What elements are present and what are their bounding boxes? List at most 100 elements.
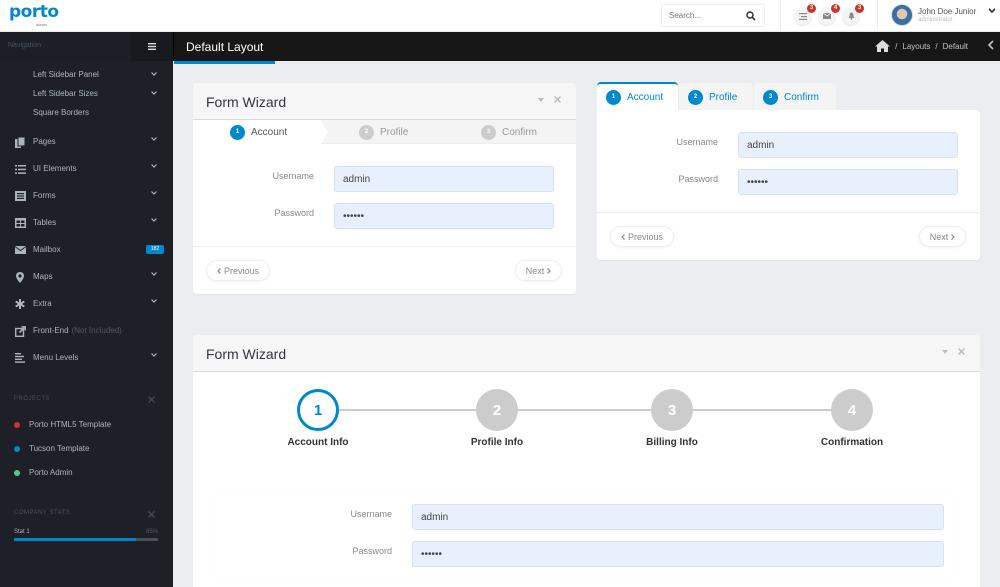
stat-label: Stat 1 (14, 529, 30, 535)
sidebar-toggle[interactable] (131, 32, 173, 61)
breadcrumb-layouts[interactable]: Layouts (902, 42, 930, 51)
wizard-step-3[interactable]: 3 (651, 389, 693, 431)
close-icon[interactable] (958, 348, 965, 355)
wizard-step-profile[interactable]: 2 Profile (359, 120, 408, 144)
sidebar-item-pages[interactable]: Pages (0, 132, 173, 152)
align-left-icon (14, 352, 26, 364)
not-included-note: (Not Included) (71, 326, 122, 335)
caret-down-icon[interactable] (942, 349, 948, 354)
username-input[interactable]: admin (412, 504, 944, 530)
logo[interactable]: porto admin (9, 3, 59, 27)
step-number: 3 (481, 124, 496, 140)
tab-wizard-panel: Username admin Password •••••• Previous … (597, 110, 980, 260)
close-icon[interactable] (148, 396, 155, 403)
password-input[interactable]: •••••• (334, 203, 554, 229)
sidebar-item-forms[interactable]: Forms (0, 186, 173, 206)
sidebar-subitem-left-sidebar-panel[interactable]: Left Sidebar Panel (33, 70, 99, 79)
chevron-down-icon (151, 164, 157, 168)
password-label: Password (274, 208, 314, 218)
step-label: Account (251, 126, 288, 138)
next-button[interactable]: Next (919, 226, 966, 247)
chevron-down-icon (151, 191, 157, 195)
tab-account[interactable]: 1 Account (597, 82, 678, 111)
search-icon (746, 10, 756, 21)
sidebar-header: Navigation (0, 32, 173, 61)
notification-messages[interactable]: 4 (818, 4, 840, 25)
sidebar-subitem-square-borders[interactable]: Square Borders (33, 108, 89, 117)
chevron-down-icon (151, 299, 157, 303)
sidebar-item-menu-levels[interactable]: Menu Levels (0, 348, 173, 368)
step-label: Profile (380, 126, 409, 138)
sidebar-right-toggle-icon[interactable] (988, 40, 994, 50)
tab-number: 2 (688, 89, 703, 105)
page-header: Default Layout / Layouts / Default (173, 32, 1000, 64)
tab-label: Account (627, 92, 664, 103)
password-label: Password (352, 546, 392, 556)
wizard-step-2[interactable]: 2 (476, 389, 518, 431)
wizard-step-1[interactable]: 1 (297, 389, 339, 431)
tab-number: 3 (763, 89, 778, 105)
tab-confirm[interactable]: 3 Confirm (754, 82, 836, 111)
envelope-icon (823, 13, 831, 19)
search-button[interactable] (738, 5, 764, 26)
tab-profile[interactable]: 2 Profile (679, 82, 753, 111)
previous-button[interactable]: Previous (206, 260, 270, 281)
panel-title: Form Wizard (206, 94, 287, 110)
notification-tasks[interactable]: 3 (794, 4, 816, 25)
breadcrumb-default: Default (942, 41, 968, 51)
next-button[interactable]: Next (515, 260, 562, 281)
wizard-step-account[interactable]: 1 Account (230, 120, 287, 144)
tasks-icon (14, 163, 26, 175)
bell-icon (848, 12, 854, 20)
project-label: Porto Admin (29, 468, 73, 477)
logo-subtext: admin (36, 22, 47, 27)
caret-down-icon[interactable] (538, 97, 544, 102)
company-stats-title: Company Stats (14, 510, 71, 516)
sidebar-item-label: Forms (33, 191, 56, 200)
user-name: John Doe Junior (918, 7, 977, 16)
sidebar-item-ui-elements[interactable]: UI Elements (0, 159, 173, 179)
title-underline (174, 61, 275, 64)
panel-heading: Form Wizard (193, 83, 576, 120)
sidebar-item-extra[interactable]: Extra (0, 294, 173, 314)
map-marker-icon (14, 271, 26, 283)
previous-button[interactable]: Previous (610, 226, 674, 247)
sidebar-item-label: Mailbox (33, 245, 61, 254)
username-input[interactable]: admin (738, 132, 958, 158)
hamburger-icon (148, 43, 156, 50)
sidebar-item-tables[interactable]: Tables (0, 213, 173, 233)
wizard-step-4[interactable]: 4 (831, 389, 873, 431)
step-number: 2 (359, 124, 374, 140)
sidebar-item-label: UI Elements (33, 164, 77, 173)
username-input[interactable]: admin (334, 166, 554, 192)
sidebar-item-label: Tables (33, 218, 57, 227)
close-icon[interactable] (148, 511, 155, 518)
search-input[interactable] (662, 5, 737, 26)
sidebar-subitem-left-sidebar-sizes[interactable]: Left Sidebar Sizes (33, 89, 98, 98)
table-icon (14, 217, 26, 229)
stat-progress-fill (14, 538, 137, 541)
password-input[interactable]: •••••• (412, 541, 944, 567)
sidebar-item-label: Maps (33, 272, 53, 281)
sidebar-item-mailbox[interactable]: Mailbox 182 (0, 240, 173, 260)
username-label: Username (676, 137, 718, 147)
step-connector (338, 409, 477, 411)
wizard-step-confirm[interactable]: 3 Confirm (481, 120, 537, 144)
step-connector (692, 409, 832, 411)
sidebar-item-front-end[interactable]: Front-End (Not Included) (0, 321, 173, 341)
user-menu[interactable]: John Doe Junior administrator (889, 4, 1000, 28)
project-label: Tucson Template (29, 444, 90, 453)
notification-alerts[interactable]: 3 (842, 4, 864, 25)
breadcrumb: / Layouts / Default (875, 40, 968, 52)
sidebar-item-maps[interactable]: Maps (0, 267, 173, 287)
password-input[interactable]: •••••• (738, 169, 958, 195)
tab-label: Confirm (784, 91, 820, 103)
chevron-down-icon (151, 218, 157, 222)
chevron-down-icon (151, 91, 157, 95)
user-role: administrator (918, 17, 953, 23)
close-icon[interactable] (554, 96, 561, 103)
chevron-down-icon (151, 353, 157, 357)
home-icon[interactable] (875, 40, 891, 52)
panel-heading: Form Wizard (193, 335, 980, 372)
chevron-left-icon (621, 233, 625, 240)
